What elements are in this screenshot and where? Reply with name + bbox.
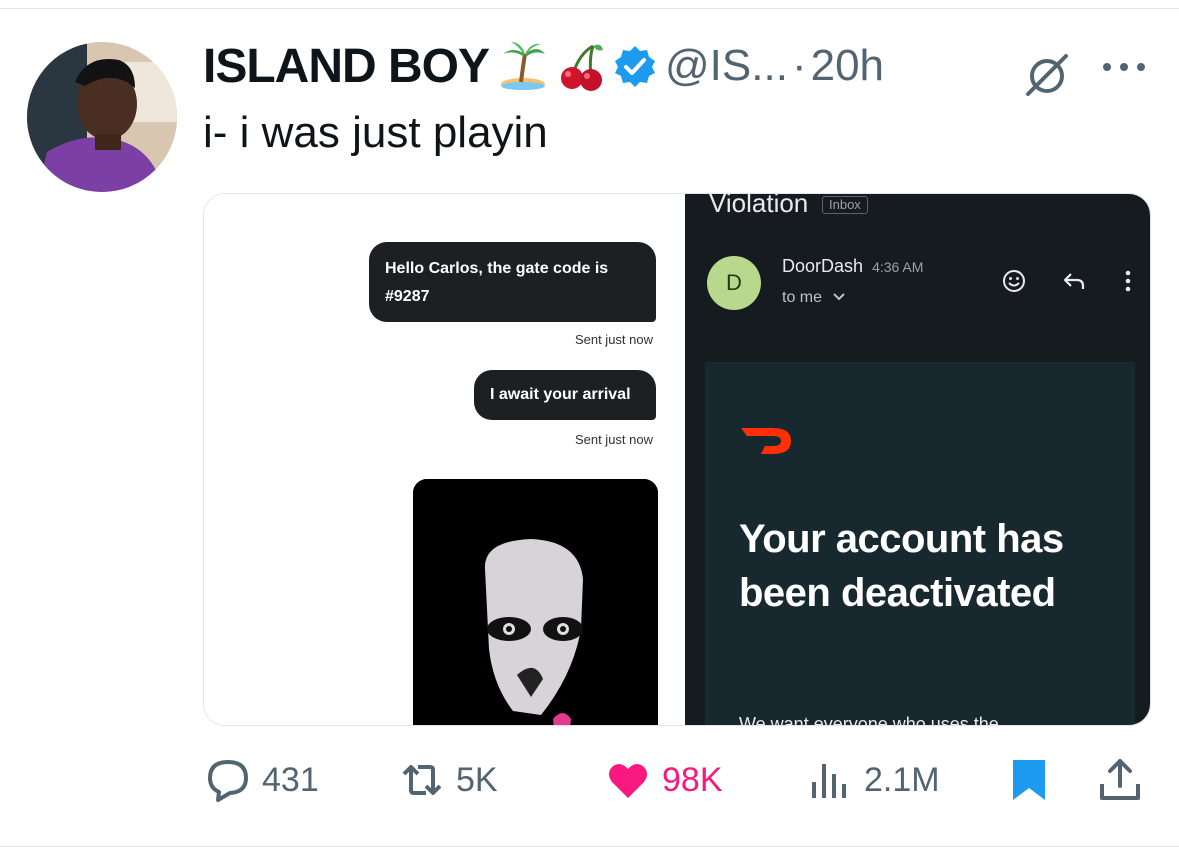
email-card: Your account has been deactivated We wan… <box>705 362 1135 726</box>
chevron-down-icon <box>833 293 846 301</box>
cherries-emoji-icon <box>557 40 605 92</box>
tweet-text: i- i was just playin <box>203 108 548 157</box>
reply-bubble-icon <box>208 760 248 802</box>
sender-name: DoorDash <box>782 256 864 276</box>
media-left-panel[interactable]: Hello Carlos, the gate code is #9287 Sen… <box>204 194 685 725</box>
retweet-button[interactable]: 5K <box>398 752 498 808</box>
like-button[interactable]: 98K <box>604 752 723 808</box>
views-button[interactable]: 2.1M <box>806 752 940 808</box>
sender-time: 4:36 AM <box>872 259 924 275</box>
reply-count: 431 <box>262 760 319 799</box>
inbox-badge: Inbox <box>822 196 868 214</box>
kebab-menu-icon <box>1125 270 1131 292</box>
retweet-icon <box>402 765 442 795</box>
sender-avatar: D <box>707 256 761 310</box>
action-bar: 431 5K 98K 2.1M <box>0 752 1179 812</box>
tweet-header: ISLAND BOY @IS... · 20h <box>203 36 884 96</box>
emoji-reaction-icon <box>1003 270 1025 292</box>
views-chart-icon <box>812 764 846 798</box>
scary-face-image <box>413 479 658 725</box>
display-name[interactable]: ISLAND BOY <box>203 39 490 94</box>
message-status: Sent just now <box>574 332 653 347</box>
email-subject: Violation <box>709 194 809 218</box>
like-count: 98K <box>662 760 723 799</box>
to-me-label: to me <box>782 289 823 306</box>
tweet-time[interactable]: 20h <box>811 41 884 91</box>
avatar[interactable] <box>27 42 177 192</box>
grok-icon[interactable] <box>1022 50 1072 100</box>
retweet-count: 5K <box>456 760 498 799</box>
top-divider <box>0 8 1179 9</box>
message-bubble: I await your arrival <box>474 370 656 420</box>
media-right-panel[interactable]: Violation Inbox D DoorDash 4:36 AM to me <box>685 194 1150 726</box>
message-bubble: Hello Carlos, the gate code is #9287 <box>369 242 656 322</box>
message-status: Sent just now <box>574 432 653 447</box>
doordash-logo-icon <box>741 428 791 454</box>
bookmark-icon <box>1013 760 1045 800</box>
bottom-divider <box>0 846 1179 847</box>
more-options-icon[interactable] <box>1100 60 1148 74</box>
palm-island-emoji-icon <box>499 40 547 92</box>
share-button[interactable] <box>1096 752 1154 808</box>
bookmark-button[interactable] <box>1005 752 1063 808</box>
view-count: 2.1M <box>864 760 940 799</box>
handle[interactable]: @IS... <box>665 41 788 91</box>
heart-icon <box>609 763 647 798</box>
avatar-image <box>27 42 177 192</box>
sender-line: DoorDash 4:36 AM <box>782 256 923 277</box>
reply-icon <box>1063 273 1085 289</box>
recipient-line: to me <box>782 289 846 307</box>
share-icon <box>1100 759 1140 800</box>
separator-dot: · <box>791 41 807 90</box>
email-headline: Your account has been deactivated <box>739 517 1064 615</box>
verified-badge-icon <box>613 44 657 88</box>
tweet-media[interactable]: Hello Carlos, the gate code is #9287 Sen… <box>203 193 1151 726</box>
reply-button[interactable]: 431 <box>204 752 319 808</box>
email-body-text: We want everyone who uses the <box>739 714 999 726</box>
